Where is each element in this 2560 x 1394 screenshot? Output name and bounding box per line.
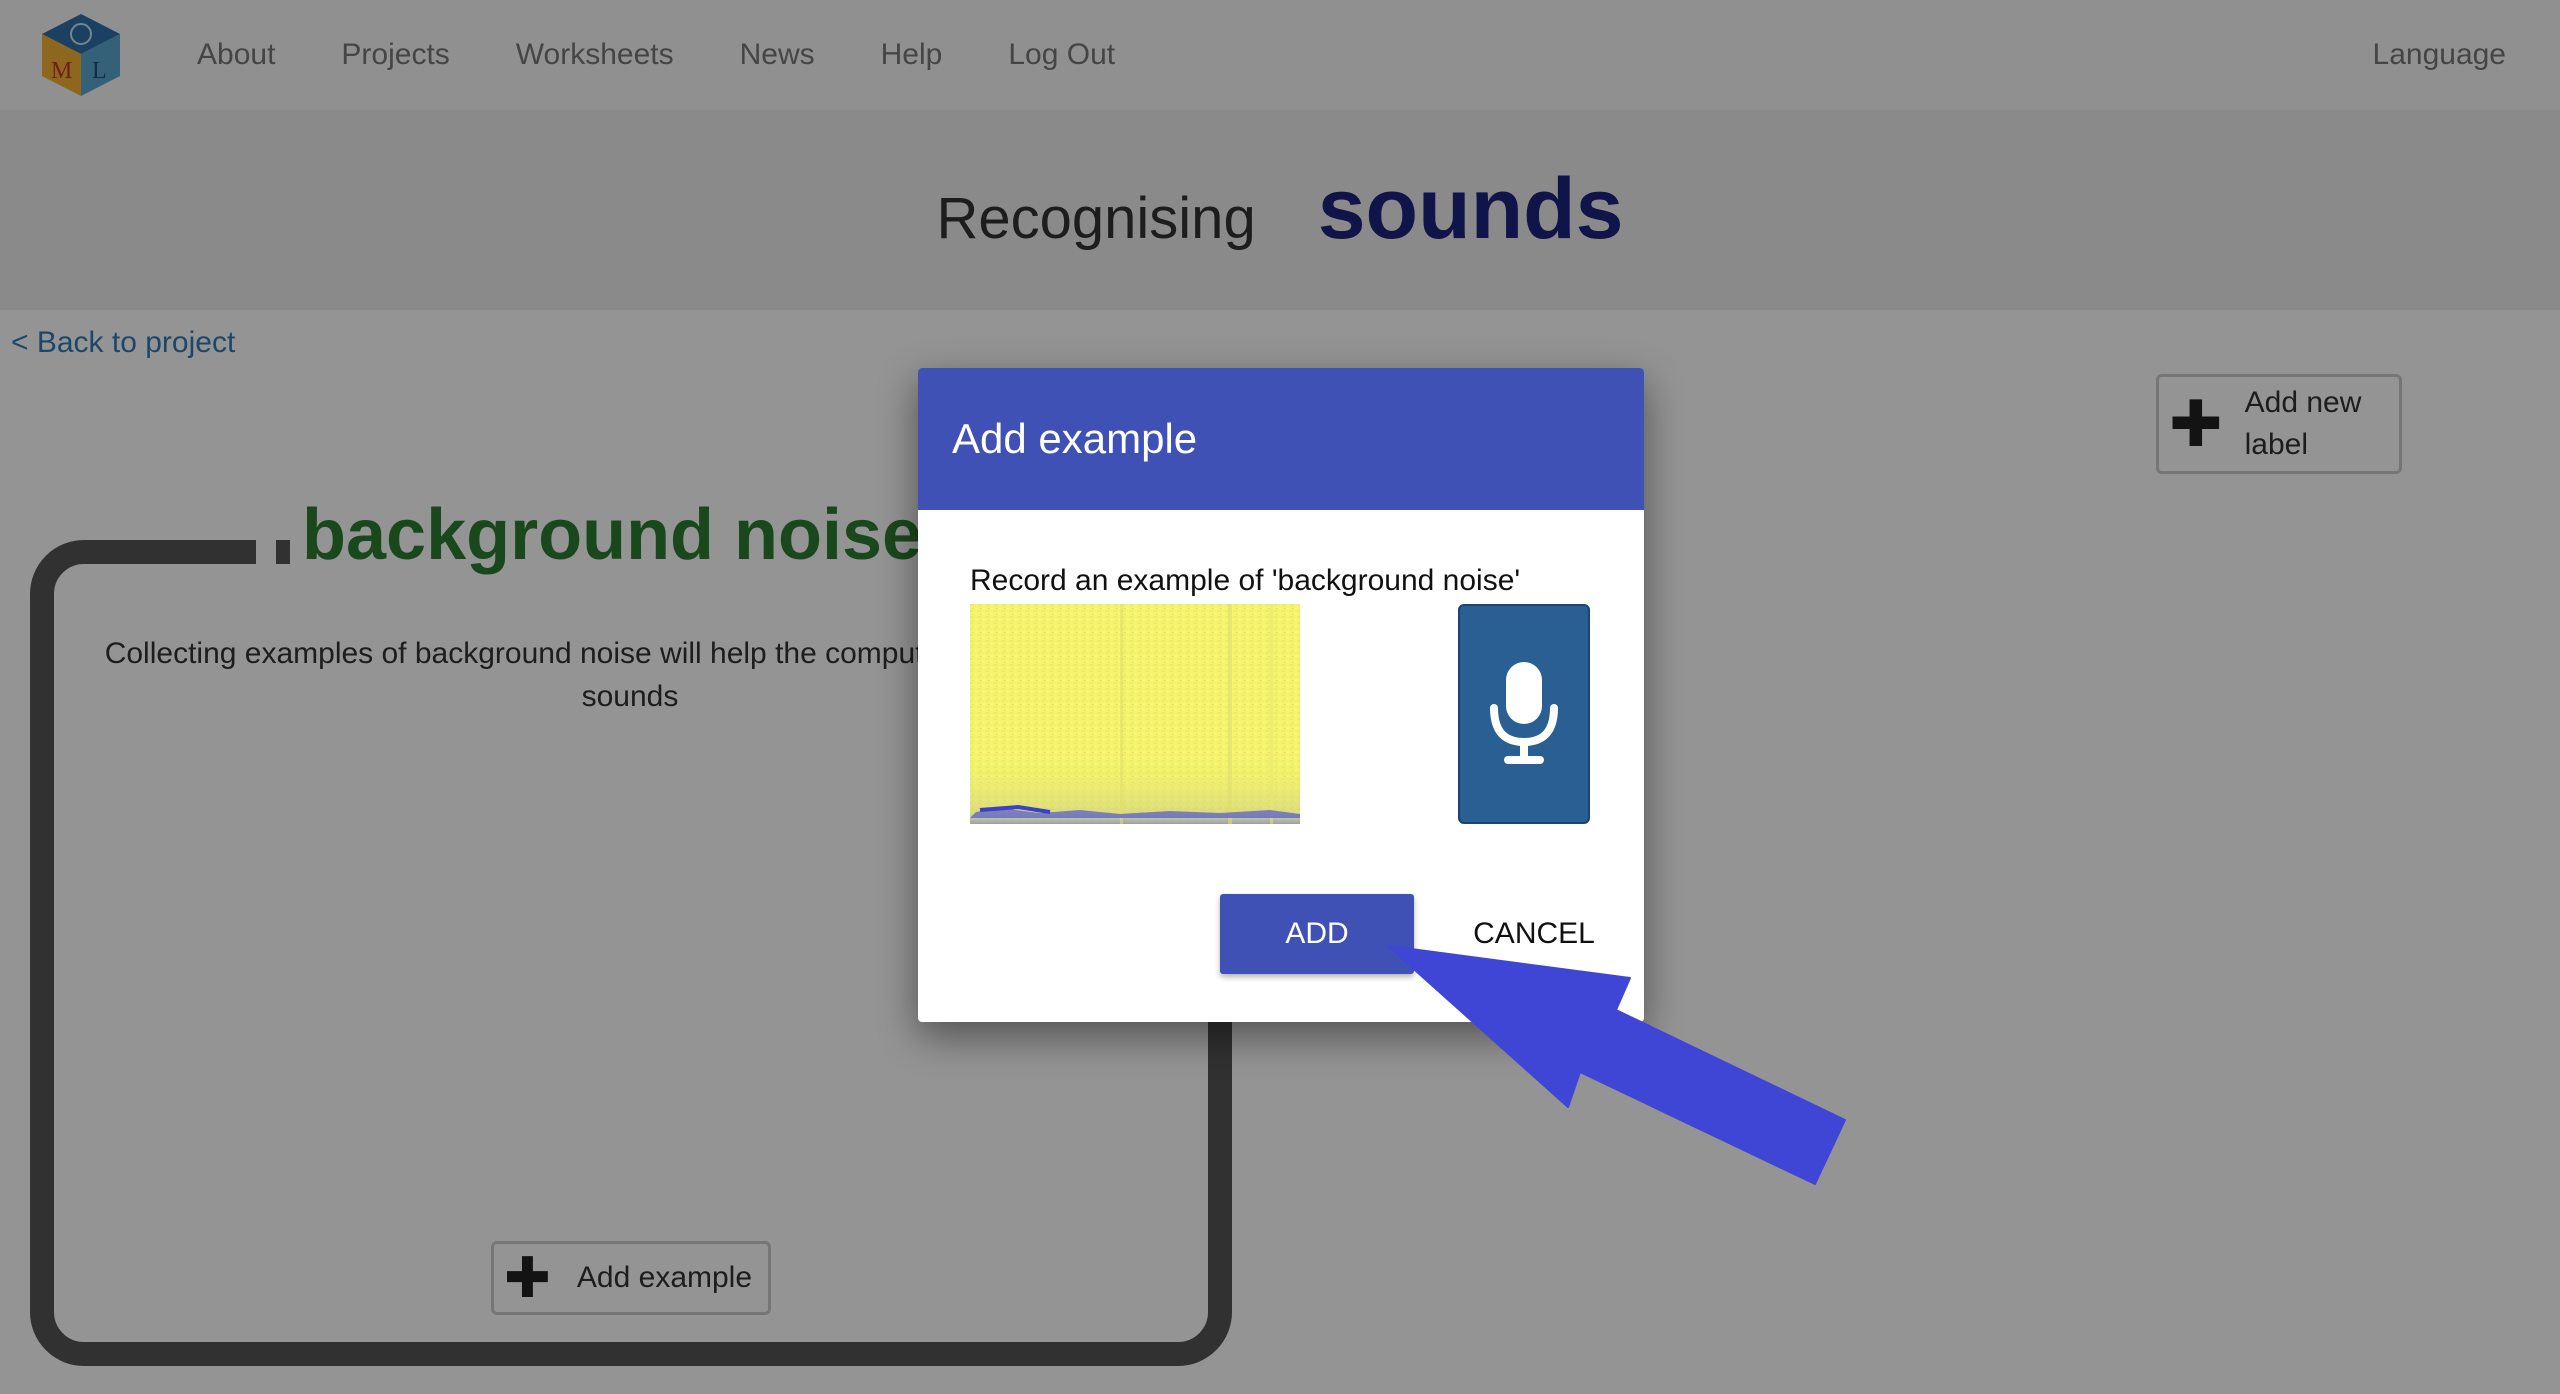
dialog-prompt: Record an example of 'background noise'	[970, 564, 1521, 597]
dialog-cancel-button[interactable]: CANCEL	[1454, 894, 1614, 974]
add-example-dialog: Add example Record an example of 'backgr…	[918, 368, 1644, 1022]
record-microphone-button[interactable]	[1458, 604, 1590, 824]
spectrogram-preview	[970, 604, 1300, 824]
dialog-title: Add example	[918, 368, 1644, 510]
dialog-add-button[interactable]: ADD	[1220, 894, 1414, 974]
microphone-icon	[1490, 662, 1558, 764]
